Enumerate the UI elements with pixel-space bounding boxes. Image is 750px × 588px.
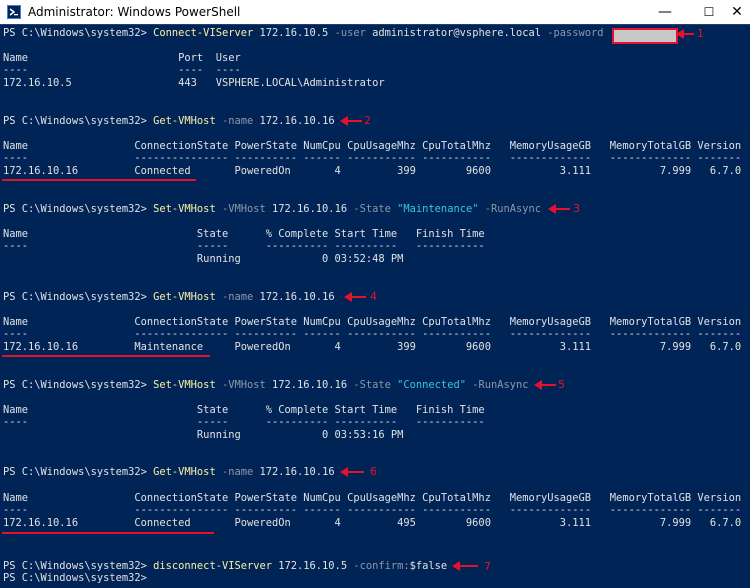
cmdlet: Get-VMHost xyxy=(153,291,216,303)
redacted-password xyxy=(612,28,678,44)
table-row: 172.16.10.16 Connected PoweredOn 4 495 9… xyxy=(3,517,742,529)
red-underline xyxy=(2,532,214,534)
command-line-connect: PS C:\Windows\system32> Connect-VIServer… xyxy=(3,27,604,39)
command-line-get-vmhost: PS C:\Windows\system32> Get-VMHost -name… xyxy=(3,466,335,478)
parameter: -user xyxy=(334,27,366,39)
table-dashes: ---- ---- ---- xyxy=(3,64,241,76)
parameter: -VMHost xyxy=(215,379,266,391)
command-line-get-vmhost: PS C:\Windows\system32> Get-VMHost -name… xyxy=(3,115,335,127)
cmdlet: Set-VMHost xyxy=(153,203,216,215)
table-dashes: ---- --------------- ---------- ------ -… xyxy=(3,504,742,516)
table-dashes: ---- --------------- ---------- ------ -… xyxy=(3,328,742,340)
red-underline xyxy=(2,179,196,181)
arrow-icon xyxy=(340,116,362,126)
table-header: Name Port User xyxy=(3,52,241,64)
arrow-icon xyxy=(548,204,570,214)
table-header: Name State % Complete Start Time Finish … xyxy=(3,228,485,240)
parameter: -name xyxy=(215,466,254,478)
prompt: PS C:\Windows\system32> xyxy=(3,466,154,478)
table-row: Running 0 03:53:16 PM xyxy=(3,429,404,441)
value: $false xyxy=(409,560,448,572)
table-row: 172.16.10.16 Connected PoweredOn 4 399 9… xyxy=(3,165,742,177)
cmdlet: Get-VMHost xyxy=(153,115,216,127)
argument: 172.16.10.16 xyxy=(253,466,335,478)
arrow-icon xyxy=(676,29,694,39)
table-dashes: ---- --------------- ---------- ------ -… xyxy=(3,152,742,164)
argument: 172.16.10.5 xyxy=(253,27,335,39)
cmdlet: Get-VMHost xyxy=(153,466,216,478)
annotation-number: 5 xyxy=(558,378,565,391)
prompt: PS C:\Windows\system32> xyxy=(3,560,154,572)
parameter: -confirm: xyxy=(353,560,410,572)
parameter: -name xyxy=(215,291,254,303)
argument: 172.16.10.16 xyxy=(253,115,335,127)
command-line-get-vmhost: PS C:\Windows\system32> Get-VMHost -name… xyxy=(3,291,335,303)
title-bar: Administrator: Windows PowerShell — ☐ ✕ xyxy=(0,0,750,24)
powershell-icon xyxy=(7,5,21,19)
parameter: -RunAsync xyxy=(478,203,542,215)
prompt: PS C:\Windows\system32> xyxy=(3,291,154,303)
annotation-number: 1 xyxy=(697,27,704,40)
minimize-button[interactable]: — xyxy=(648,0,682,24)
close-button[interactable]: ✕ xyxy=(720,0,750,24)
table-dashes: ---- ----- ---------- ---------- -------… xyxy=(3,416,485,428)
argument: 172.16.10.16 xyxy=(253,291,335,303)
argument: 172.16.10.5 xyxy=(272,560,354,572)
table-dashes: ---- ----- ---------- ---------- -------… xyxy=(3,240,485,252)
cmdlet: Connect-VIServer xyxy=(153,27,254,39)
table-row: 172.16.10.16 Maintenance PoweredOn 4 399… xyxy=(3,341,742,353)
annotation-number: 7 xyxy=(484,560,491,573)
arrow-icon xyxy=(534,380,556,390)
table-header: Name State % Complete Start Time Finish … xyxy=(3,404,485,416)
annotation-number: 2 xyxy=(364,114,371,127)
table-header: Name ConnectionState PowerState NumCpu C… xyxy=(3,316,742,328)
annotation-number: 4 xyxy=(370,290,377,303)
parameter: -name xyxy=(215,115,254,127)
annotation-number: 3 xyxy=(573,202,580,215)
command-line-set-vmhost: PS C:\Windows\system32> Set-VMHost -VMHo… xyxy=(3,379,529,391)
string-value: "Connected" xyxy=(390,379,466,391)
prompt: PS C:\Windows\system32> xyxy=(3,115,154,127)
table-row: Running 0 03:52:48 PM xyxy=(3,253,404,265)
prompt: PS C:\Windows\system32> xyxy=(3,203,154,215)
string-value: "Maintenance" xyxy=(390,203,479,215)
command-prompt[interactable]: PS C:\Windows\system32> xyxy=(3,572,147,584)
arrow-icon xyxy=(340,467,364,477)
cmdlet: disconnect-VIServer xyxy=(153,560,272,572)
argument: 172.16.10.16 xyxy=(265,203,354,215)
prompt: PS C:\Windows\system32> xyxy=(3,27,154,39)
parameter: -VMHost xyxy=(215,203,266,215)
annotation-number: 6 xyxy=(370,465,377,478)
red-underline xyxy=(2,355,210,357)
prompt: PS C:\Windows\system32> xyxy=(3,379,154,391)
parameter: -RunAsync xyxy=(465,379,529,391)
argument: administrator@vsphere.local xyxy=(365,27,548,39)
table-header: Name ConnectionState PowerState NumCpu C… xyxy=(3,492,742,504)
parameter: -State xyxy=(353,203,391,215)
table-header: Name ConnectionState PowerState NumCpu C… xyxy=(3,140,742,152)
arrow-icon xyxy=(344,292,366,302)
parameter: -State xyxy=(353,379,391,391)
command-line-disconnect: PS C:\Windows\system32> disconnect-VISer… xyxy=(3,560,447,572)
arrow-icon xyxy=(452,561,478,571)
argument: 172.16.10.16 xyxy=(265,379,354,391)
parameter: -password xyxy=(547,27,604,39)
table-row: 172.16.10.5 443 VSPHERE.LOCAL\Administra… xyxy=(3,77,385,89)
cmdlet: Set-VMHost xyxy=(153,379,216,391)
command-line-set-vmhost: PS C:\Windows\system32> Set-VMHost -VMHo… xyxy=(3,203,541,215)
window-title: Administrator: Windows PowerShell xyxy=(28,5,241,19)
